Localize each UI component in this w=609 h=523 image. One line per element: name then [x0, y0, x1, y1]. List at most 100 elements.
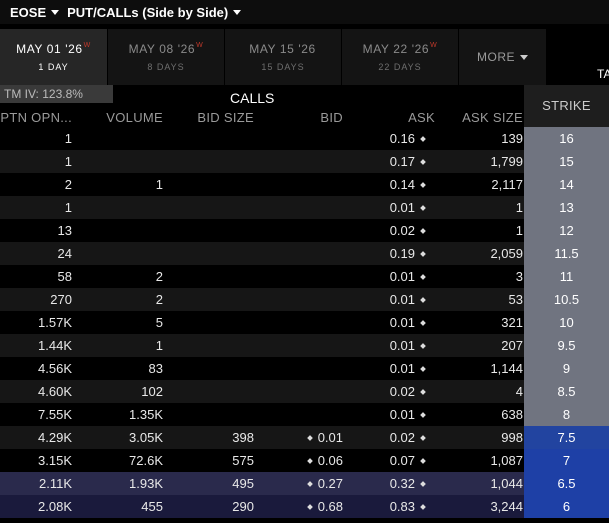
open-interest-cell[interactable]: 4.56K: [0, 357, 72, 380]
ask-cell[interactable]: 0.01: [360, 311, 426, 334]
bid-cell[interactable]: [270, 265, 343, 288]
col-bid[interactable]: BID: [270, 110, 343, 127]
strike-cell[interactable]: 14: [524, 173, 609, 196]
volume-cell[interactable]: 72.6K: [84, 449, 163, 472]
strike-cell[interactable]: 11.5: [524, 242, 609, 265]
table-row[interactable]: 270 2 0.01 53 10.5: [0, 288, 609, 311]
bid-size-cell[interactable]: 495: [184, 472, 254, 495]
ask-size-cell[interactable]: 2,059: [440, 242, 523, 265]
view-selector[interactable]: PUT/CALLs (Side by Side): [67, 5, 242, 20]
table-row[interactable]: 4.29K 3.05K 398 0.01 0.02 998 7.5: [0, 426, 609, 449]
ask-size-cell[interactable]: 3: [440, 265, 523, 288]
open-interest-cell[interactable]: 2: [0, 173, 72, 196]
bid-size-cell[interactable]: [184, 380, 254, 403]
volume-cell[interactable]: [84, 219, 163, 242]
strike-cell[interactable]: 10.5: [524, 288, 609, 311]
volume-cell[interactable]: 5: [84, 311, 163, 334]
volume-cell[interactable]: 1: [84, 173, 163, 196]
strike-cell[interactable]: 7: [524, 449, 609, 472]
ask-cell[interactable]: 0.19: [360, 242, 426, 265]
bid-size-cell[interactable]: [184, 127, 254, 150]
strike-cell[interactable]: 7.5: [524, 426, 609, 449]
open-interest-cell[interactable]: 1.57K: [0, 311, 72, 334]
strike-cell[interactable]: 9.5: [524, 334, 609, 357]
ask-cell[interactable]: 0.14: [360, 173, 426, 196]
strike-cell[interactable]: 6: [524, 495, 609, 518]
open-interest-cell[interactable]: 4.60K: [0, 380, 72, 403]
strike-cell[interactable]: 16: [524, 127, 609, 150]
table-row[interactable]: 4.60K 102 0.02 4 8.5: [0, 380, 609, 403]
volume-cell[interactable]: 1.35K: [84, 403, 163, 426]
volume-cell[interactable]: 2: [84, 288, 163, 311]
tab-expiration-2[interactable]: MAY 08 '26W 8 DAYS: [108, 29, 225, 85]
ask-cell[interactable]: 0.32: [360, 472, 426, 495]
more-expirations-button[interactable]: MORE: [459, 29, 547, 85]
bid-cell[interactable]: [270, 311, 343, 334]
volume-cell[interactable]: [84, 196, 163, 219]
strike-cell[interactable]: 8.5: [524, 380, 609, 403]
table-row[interactable]: 1 0.17 1,799 15: [0, 150, 609, 173]
bid-size-cell[interactable]: [184, 334, 254, 357]
bid-cell[interactable]: 0.01: [270, 426, 343, 449]
ask-size-cell[interactable]: 638: [440, 403, 523, 426]
ask-size-cell[interactable]: 1: [440, 196, 523, 219]
col-volume[interactable]: VOLUME: [84, 110, 163, 127]
strike-cell[interactable]: 15: [524, 150, 609, 173]
open-interest-cell[interactable]: 4.29K: [0, 426, 72, 449]
ask-size-cell[interactable]: 4: [440, 380, 523, 403]
volume-cell[interactable]: 3.05K: [84, 426, 163, 449]
open-interest-cell[interactable]: 1: [0, 196, 72, 219]
bid-cell[interactable]: [270, 288, 343, 311]
open-interest-cell[interactable]: 7.55K: [0, 403, 72, 426]
bid-cell[interactable]: 0.27: [270, 472, 343, 495]
open-interest-cell[interactable]: 2.11K: [0, 472, 72, 495]
ask-cell[interactable]: 0.01: [360, 334, 426, 357]
open-interest-cell[interactable]: 3.15K: [0, 449, 72, 472]
bid-size-cell[interactable]: 575: [184, 449, 254, 472]
ask-cell[interactable]: 0.01: [360, 403, 426, 426]
bid-cell[interactable]: [270, 334, 343, 357]
ask-cell[interactable]: 0.02: [360, 380, 426, 403]
tab-expiration-4[interactable]: MAY 22 '26W 22 DAYS: [342, 29, 459, 85]
open-interest-cell[interactable]: 1: [0, 150, 72, 173]
bid-cell[interactable]: [270, 127, 343, 150]
strike-cell[interactable]: 12: [524, 219, 609, 242]
open-interest-cell[interactable]: 13: [0, 219, 72, 242]
strike-cell[interactable]: 11: [524, 265, 609, 288]
bid-cell[interactable]: [270, 173, 343, 196]
ask-size-cell[interactable]: 1: [440, 219, 523, 242]
open-interest-cell[interactable]: 58: [0, 265, 72, 288]
open-interest-cell[interactable]: 270: [0, 288, 72, 311]
table-row[interactable]: 3.15K 72.6K 575 0.06 0.07 1,087 7: [0, 449, 609, 472]
open-interest-cell[interactable]: 1: [0, 127, 72, 150]
table-row[interactable]: 2.08K 455 290 0.68 0.83 3,244 6: [0, 495, 609, 518]
bid-cell[interactable]: [270, 150, 343, 173]
strike-header[interactable]: STRIKE: [524, 85, 609, 127]
ask-size-cell[interactable]: 207: [440, 334, 523, 357]
table-row[interactable]: 1.57K 5 0.01 321 10: [0, 311, 609, 334]
bid-cell[interactable]: [270, 403, 343, 426]
volume-cell[interactable]: [84, 242, 163, 265]
bid-size-cell[interactable]: [184, 311, 254, 334]
open-interest-cell[interactable]: 1.44K: [0, 334, 72, 357]
bid-size-cell[interactable]: 290: [184, 495, 254, 518]
col-open-interest[interactable]: PTN OPN...: [0, 110, 72, 127]
volume-cell[interactable]: 102: [84, 380, 163, 403]
table-row[interactable]: 1 0.01 1 13: [0, 196, 609, 219]
tab-expiration-1[interactable]: MAY 01 '26W 1 DAY: [0, 29, 108, 85]
bid-cell[interactable]: [270, 357, 343, 380]
bid-size-cell[interactable]: [184, 403, 254, 426]
bid-cell[interactable]: [270, 219, 343, 242]
col-bid-size[interactable]: BID SIZE: [184, 110, 254, 127]
ask-cell[interactable]: 0.02: [360, 219, 426, 242]
col-ask[interactable]: ASK: [360, 110, 435, 127]
bid-size-cell[interactable]: [184, 357, 254, 380]
volume-cell[interactable]: [84, 150, 163, 173]
volume-cell[interactable]: [84, 127, 163, 150]
table-row[interactable]: 1 0.16 139 16: [0, 127, 609, 150]
bid-size-cell[interactable]: [184, 150, 254, 173]
volume-cell[interactable]: 83: [84, 357, 163, 380]
ask-cell[interactable]: 0.01: [360, 357, 426, 380]
ask-cell[interactable]: 0.01: [360, 196, 426, 219]
table-row[interactable]: 58 2 0.01 3 11: [0, 265, 609, 288]
